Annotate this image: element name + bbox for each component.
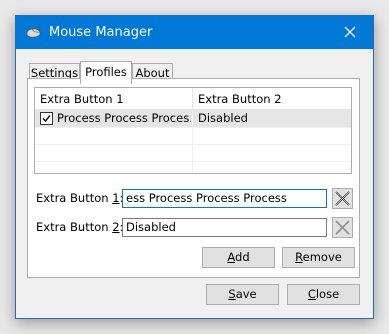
checkmark-icon <box>42 115 51 123</box>
button-accelerator: C <box>307 287 316 301</box>
column-header-button1[interactable]: Extra Button 1 <box>35 88 192 110</box>
profiles-list[interactable]: Extra Button 1 Extra Button 2 Process Pr… <box>34 87 352 174</box>
button-label: ave <box>235 287 257 301</box>
button-accelerator: R <box>295 250 303 264</box>
button-accelerator: A <box>227 250 236 264</box>
button-accelerator: S <box>228 287 236 301</box>
tab-profiles[interactable]: Profiles <box>80 61 132 84</box>
extra-button-2-field[interactable]: Disabled <box>122 218 327 237</box>
extra-button-1-label: Extra Button 1: <box>36 191 123 205</box>
list-item[interactable]: Process Process Proces… Disabled <box>35 110 351 127</box>
close-button[interactable]: Close <box>287 284 360 305</box>
label-text: Extra Button <box>36 191 113 205</box>
button-label: dd <box>235 250 250 264</box>
grid-line <box>35 144 351 145</box>
profile-enabled-checkbox[interactable] <box>40 112 53 125</box>
save-button[interactable]: Save <box>206 284 279 305</box>
grid-line <box>35 127 351 128</box>
button-label: lose <box>315 287 340 301</box>
clear-button-1[interactable] <box>332 188 353 209</box>
label-text: Extra Button <box>36 220 113 234</box>
clear-button-2[interactable] <box>332 217 353 238</box>
clear-x-icon <box>335 220 350 235</box>
button-label: emove <box>302 250 342 264</box>
list-cell-button2: Disabled <box>198 111 248 125</box>
add-button[interactable]: Add <box>202 247 275 268</box>
list-header: Extra Button 1 Extra Button 2 <box>35 88 351 110</box>
column-grid-line <box>192 110 193 173</box>
window-title: Mouse Manager <box>49 25 153 40</box>
title-bar[interactable]: Mouse Manager <box>16 16 373 49</box>
close-icon <box>344 26 356 38</box>
list-cell-button1: Process Process Proces… <box>57 111 191 125</box>
mouse-icon <box>26 25 41 38</box>
extra-button-2-label: Extra Button 2: <box>36 220 123 234</box>
column-header-button2[interactable]: Extra Button 2 <box>193 88 350 110</box>
clear-x-icon <box>335 191 350 206</box>
mouse-manager-window: Mouse Manager Settings Profiles About Ex… <box>15 15 374 319</box>
extra-button-1-field[interactable]: ess Process Process Process <box>122 189 327 208</box>
label-accelerator: 2 <box>112 220 120 234</box>
remove-button[interactable]: Remove <box>282 247 355 268</box>
label-accelerator: 1 <box>112 191 120 205</box>
profiles-tab-panel: Extra Button 1 Extra Button 2 Process Pr… <box>27 78 360 278</box>
grid-line <box>35 161 351 162</box>
window-close-button[interactable] <box>329 16 373 49</box>
